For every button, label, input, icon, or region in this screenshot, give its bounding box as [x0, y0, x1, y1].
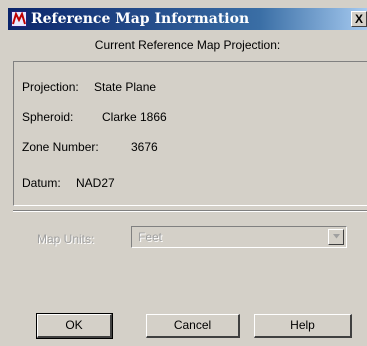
projection-label: Projection:: [22, 80, 79, 94]
datum-row: Datum: NAD27: [22, 176, 115, 190]
close-button[interactable]: X: [351, 11, 367, 27]
map-units-label: Map Units:: [37, 232, 95, 246]
zone-number-label: Zone Number:: [22, 140, 99, 154]
spheroid-value: Clarke 1866: [102, 110, 167, 124]
projection-value: State Plane: [94, 80, 157, 94]
zone-number-row: Zone Number: 3676: [22, 140, 158, 154]
map-app-icon: [11, 11, 27, 27]
chevron-down-icon: [333, 234, 340, 239]
datum-value: NAD27: [76, 176, 115, 190]
spheroid-row: Spheroid: Clarke 1866: [22, 110, 167, 124]
map-units-value: Feet: [138, 230, 163, 244]
zone-number-value: 3676: [131, 140, 158, 154]
ok-button[interactable]: OK: [36, 313, 113, 339]
reference-map-dialog: Reference Map Information X Current Refe…: [0, 0, 367, 346]
map-units-select[interactable]: Feet: [131, 226, 347, 248]
datum-label: Datum:: [22, 176, 61, 190]
window-title: Reference Map Information: [31, 11, 250, 27]
spheroid-label: Spheroid:: [22, 110, 74, 124]
separator: [13, 210, 367, 212]
cancel-button[interactable]: Cancel: [146, 314, 240, 338]
help-button[interactable]: Help: [254, 314, 352, 338]
dropdown-arrow-button[interactable]: [328, 229, 344, 245]
projection-row: Projection: State Plane: [22, 80, 156, 94]
title-bar[interactable]: Reference Map Information X: [8, 8, 367, 30]
projection-heading: Current Reference Map Projection:: [94, 38, 281, 52]
